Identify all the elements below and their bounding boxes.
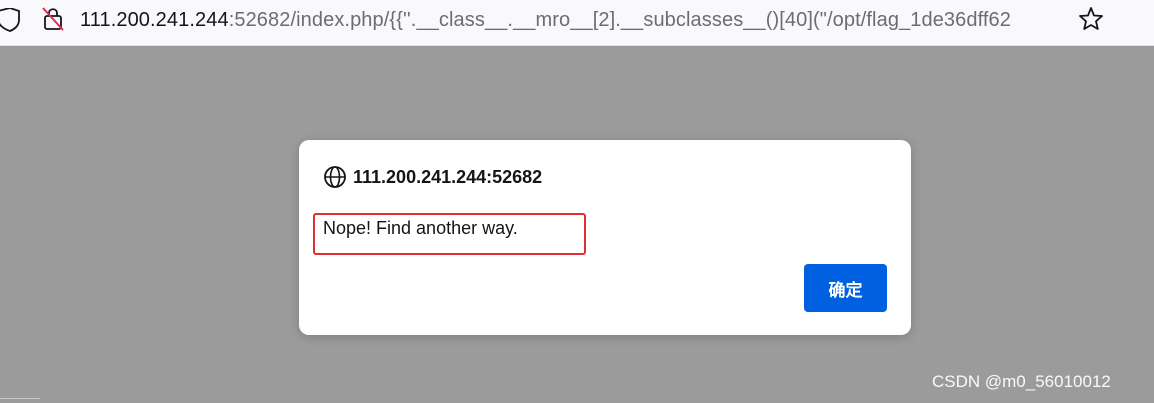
url-host: 111.200.241.244	[80, 9, 229, 31]
divider	[0, 398, 40, 399]
dialog-origin: 111.200.241.244:52682	[353, 166, 543, 187]
star-icon[interactable]	[1078, 6, 1104, 32]
alert-dialog: 111.200.241.244:52682 Nope! Find another…	[299, 140, 911, 335]
lock-slash-icon[interactable]	[41, 6, 65, 32]
dialog-header: 111.200.241.244:52682	[323, 164, 542, 190]
url-field[interactable]: 111.200.241.244:52682/index.php/{{''.__c…	[80, 8, 1070, 32]
shield-icon[interactable]	[0, 7, 22, 32]
address-bar: 111.200.241.244:52682/index.php/{{''.__c…	[0, 0, 1154, 46]
globe-icon	[323, 165, 347, 189]
dialog-message: Nope! Find another way.	[323, 218, 518, 238]
ok-button[interactable]: 确定	[804, 264, 887, 312]
url-path: :52682/index.php/{{''.__class__.__mro__[…	[228, 9, 1011, 31]
watermark: CSDN @m0_56010012	[932, 372, 1111, 391]
